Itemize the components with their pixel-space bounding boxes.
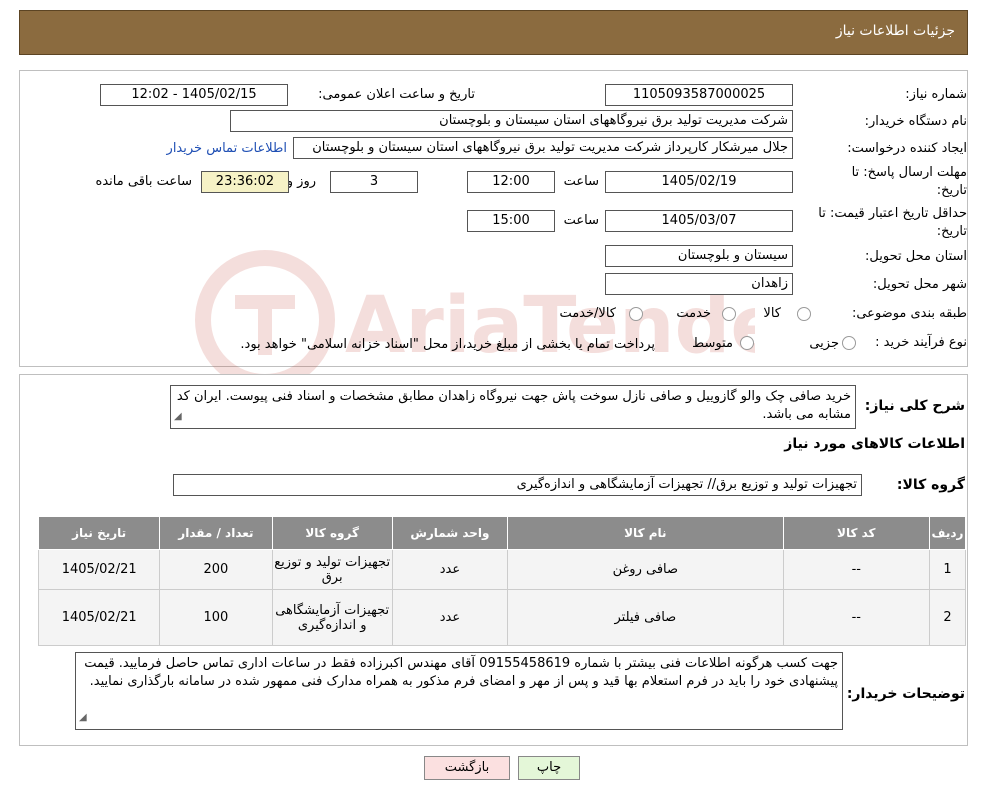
deadline-time-label: ساعت: [563, 174, 599, 189]
group-label: گروه کالا:: [896, 477, 965, 493]
province-label: استان محل تحویل:: [865, 249, 967, 264]
process-radio-medium[interactable]: [740, 336, 754, 350]
category-label: طبقه بندی موضوعی:: [851, 306, 967, 321]
header-qty: تعداد / مقدار: [159, 516, 273, 550]
creator-label: ایجاد کننده درخواست:: [847, 141, 967, 156]
table-row: 1 -- صافی روغن عدد تجهیزات تولید و توزیع…: [37, 549, 967, 590]
header-date: تاریخ نیاز: [37, 516, 161, 550]
cell-code: --: [782, 589, 930, 646]
buyer-notes-label: توضیحات خریدار:: [846, 686, 965, 702]
items-title: اطلاعات کالاهای مورد نیاز: [784, 436, 965, 452]
page-header: جزئیات اطلاعات نیاز: [19, 10, 968, 55]
summary-textarea[interactable]: خرید صافی چک والو گازوییل و صافی نازل سو…: [170, 385, 856, 429]
header-group: گروه کالا: [271, 516, 393, 550]
print-button[interactable]: چاپ: [518, 756, 580, 780]
cell-row: 1: [928, 549, 967, 590]
days-label: روز و: [286, 174, 316, 189]
page-title: جزئیات اطلاعات نیاز: [835, 23, 955, 39]
items-table: ردیف کد کالا نام کالا واحد شمارش گروه کا…: [37, 516, 967, 646]
buyer-notes-textarea[interactable]: جهت کسب هرگونه اطلاعات فنی بیشتر با شمار…: [75, 652, 843, 730]
resize-grip-icon[interactable]: ◢: [174, 408, 182, 426]
back-button[interactable]: بازگشت: [424, 756, 510, 780]
city-label: شهر محل تحویل:: [872, 277, 967, 292]
summary-text: خرید صافی چک والو گازوییل و صافی نازل سو…: [176, 389, 851, 422]
process-note: پرداخت تمام یا بخشی از مبلغ خرید،از محل …: [240, 337, 655, 352]
cell-group: تجهیزات آزمایشگاهی و اندازه‌گیری: [271, 589, 393, 646]
days-field[interactable]: 3: [330, 171, 418, 193]
buyer-org-label: نام دستگاه خریدار:: [864, 114, 967, 129]
validity-time-label: ساعت: [563, 213, 599, 228]
table-row: 2 -- صافی فیلتر عدد تجهیزات آزمایشگاهی و…: [37, 589, 967, 646]
cell-qty: 200: [159, 549, 273, 590]
cell-row: 2: [928, 589, 967, 646]
cell-qty: 100: [159, 589, 273, 646]
category-radio-goods-service[interactable]: [629, 307, 643, 321]
need-number-field[interactable]: 1105093587000025: [605, 84, 793, 106]
header-unit: واحد شمارش: [391, 516, 509, 550]
category-radio-service[interactable]: [722, 307, 736, 321]
city-field[interactable]: زاهدان: [605, 273, 793, 295]
contact-link[interactable]: اطلاعات تماس خریدار: [167, 141, 287, 156]
deadline-label: مهلت ارسال پاسخ: تا: [851, 165, 967, 180]
cell-unit: عدد: [391, 549, 509, 590]
creator-field[interactable]: جلال میرشکار کارپرداز شرکت مدیریت تولید …: [293, 137, 793, 159]
buyer-org-field[interactable]: شرکت مدیریت تولید برق نیروگاههای استان س…: [230, 110, 793, 132]
process-radio-minor[interactable]: [842, 336, 856, 350]
category-radio-goods[interactable]: [797, 307, 811, 321]
cell-name: صافی روغن: [507, 549, 784, 590]
cell-unit: عدد: [391, 589, 509, 646]
remaining-label: ساعت باقی مانده: [95, 174, 192, 189]
remaining-time-field: 23:36:02: [201, 171, 289, 193]
need-number-label: شماره نیاز:: [905, 87, 967, 102]
process-label: نوع فرآیند خرید :: [875, 335, 967, 350]
cell-date: 1405/02/21: [37, 549, 161, 590]
group-field[interactable]: تجهیزات تولید و توزیع برق// تجهیزات آزما…: [173, 474, 862, 496]
header-name: نام کالا: [507, 516, 784, 550]
category-option-goods: کالا: [763, 306, 781, 321]
category-option-goods-service: کالا/خدمت: [559, 306, 616, 321]
province-field[interactable]: سیستان و بلوچستان: [605, 245, 793, 267]
announce-label: تاریخ و ساعت اعلان عمومی:: [318, 87, 475, 102]
cell-name: صافی فیلتر: [507, 589, 784, 646]
deadline-label-date: تاریخ:: [936, 183, 967, 198]
deadline-time-field[interactable]: 12:00: [467, 171, 555, 193]
deadline-date-field[interactable]: 1405/02/19: [605, 171, 793, 193]
table-header-row: ردیف کد کالا نام کالا واحد شمارش گروه کا…: [37, 516, 967, 550]
validity-label-date: تاریخ:: [936, 224, 967, 239]
category-option-service: خدمت: [676, 306, 711, 321]
process-option-minor: جزیی: [809, 336, 839, 351]
header-row-index: ردیف: [928, 516, 967, 550]
resize-grip-icon[interactable]: ◢: [79, 709, 87, 727]
validity-label: حداقل تاریخ اعتبار قیمت: تا: [818, 206, 967, 221]
summary-label: شرح کلی نیاز:: [864, 398, 965, 414]
cell-date: 1405/02/21: [37, 589, 161, 646]
header-code: کد کالا: [782, 516, 930, 550]
buyer-notes-text: جهت کسب هرگونه اطلاعات فنی بیشتر با شمار…: [84, 656, 838, 689]
validity-date-field[interactable]: 1405/03/07: [605, 210, 793, 232]
validity-time-field[interactable]: 15:00: [467, 210, 555, 232]
cell-code: --: [782, 549, 930, 590]
announce-field[interactable]: 1405/02/15 - 12:02: [100, 84, 288, 106]
cell-group: تجهیزات تولید و توزیع برق: [271, 549, 393, 590]
process-option-medium: متوسط: [692, 336, 733, 351]
